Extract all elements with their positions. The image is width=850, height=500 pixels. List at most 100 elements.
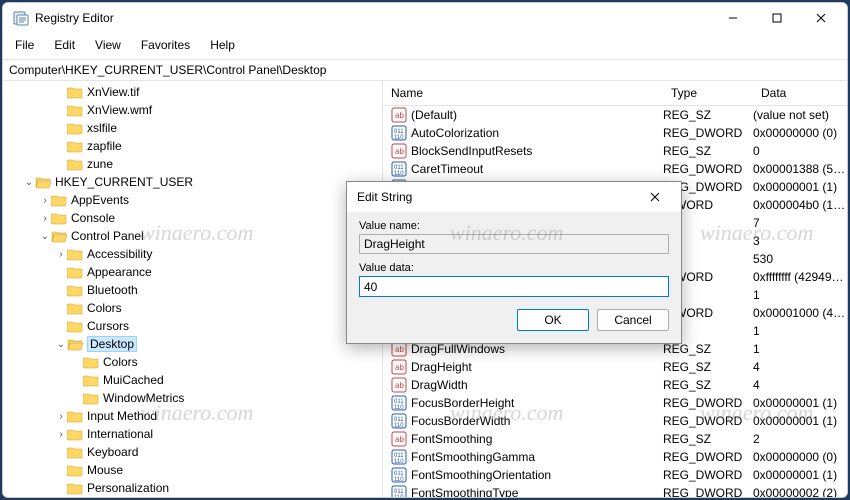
chevron-right-icon[interactable]: ›: [39, 195, 51, 206]
value-data: 0x00000002 (2): [753, 486, 847, 497]
tree-label: HKEY_CURRENT_USER: [55, 175, 193, 189]
tree-node[interactable]: XnView.wmf: [7, 101, 378, 119]
tree-label: XnView.tif: [87, 85, 139, 99]
tree-node[interactable]: Keyboard: [7, 443, 378, 461]
folder-icon: [67, 445, 83, 459]
tree-node[interactable]: Colors: [7, 353, 378, 371]
folder-icon: [67, 409, 83, 423]
tree-node[interactable]: ⌄Desktop: [7, 335, 378, 353]
tree-node[interactable]: zapfile: [7, 137, 378, 155]
address-bar[interactable]: Computer\HKEY_CURRENT_USER\Control Panel…: [3, 59, 847, 81]
list-row[interactable]: DragHeightREG_SZ4: [383, 358, 847, 376]
tree-node[interactable]: Appearance: [7, 263, 378, 281]
folder-icon: [51, 211, 67, 225]
maximize-button[interactable]: [755, 3, 799, 33]
tree-node[interactable]: xslfile: [7, 119, 378, 137]
tree-node[interactable]: › AppEvents: [7, 191, 378, 209]
tree-node[interactable]: ›International: [7, 425, 378, 443]
titlebar[interactable]: Registry Editor: [3, 3, 847, 33]
tree-label: zapfile: [87, 139, 122, 153]
list-row[interactable]: FontSmoothingOrientationREG_DWORD0x00000…: [383, 466, 847, 484]
tree-node[interactable]: ›Input Method: [7, 407, 378, 425]
list-row[interactable]: CaretTimeoutREG_DWORD0x00001388 (5000): [383, 160, 847, 178]
list-row[interactable]: DragWidthREG_SZ4: [383, 376, 847, 394]
tree-node[interactable]: › Console: [7, 209, 378, 227]
value-type: REG_SZ: [663, 360, 753, 374]
list-row[interactable]: (Default)REG_SZ(value not set): [383, 106, 847, 124]
tree-node[interactable]: XnView.tif: [7, 83, 378, 101]
value-type: REG_SZ: [663, 378, 753, 392]
value-data: 0xffffffff (4294967…: [753, 270, 847, 284]
list-row[interactable]: FontSmoothingGammaREG_DWORD0x00000000 (0…: [383, 448, 847, 466]
list-row[interactable]: FocusBorderHeightREG_DWORD0x00000001 (1): [383, 394, 847, 412]
chevron-right-icon[interactable]: ›: [55, 249, 67, 260]
dialog-titlebar[interactable]: Edit String: [347, 182, 681, 212]
chevron-down-icon[interactable]: ⌄: [55, 339, 67, 350]
tree-label: XnView.wmf: [87, 103, 152, 117]
chevron-down-icon[interactable]: ⌄: [39, 231, 51, 242]
list-row[interactable]: FontSmoothingREG_SZ2: [383, 430, 847, 448]
tree-node[interactable]: zune: [7, 155, 378, 173]
value-type: REG_SZ: [663, 144, 753, 158]
tree-node[interactable]: Mouse: [7, 461, 378, 479]
tree-label: AppEvents: [71, 193, 129, 207]
value-data: 0x00001388 (5000): [753, 162, 847, 176]
string-value-icon: [391, 359, 407, 375]
tree-node[interactable]: Colors: [7, 299, 378, 317]
value-data-input[interactable]: [359, 276, 669, 297]
minimize-button[interactable]: [711, 3, 755, 33]
menu-edit[interactable]: Edit: [50, 36, 79, 54]
tree-label: Accessibility: [87, 247, 152, 261]
tree-label: Console: [71, 211, 115, 225]
menu-help[interactable]: Help: [206, 36, 239, 54]
col-data[interactable]: Data: [753, 81, 847, 105]
folder-icon: [67, 85, 83, 99]
value-data: 0x00001000 (4096): [753, 306, 847, 320]
tree-node[interactable]: › Accessibility: [7, 245, 378, 263]
value-name: FontSmoothingType: [411, 486, 663, 497]
value-name: BlockSendInputResets: [411, 144, 663, 158]
list-row[interactable]: BlockSendInputResetsREG_SZ0: [383, 142, 847, 160]
folder-icon: [67, 103, 83, 117]
chevron-right-icon[interactable]: ›: [55, 411, 67, 422]
tree-node[interactable]: Bluetooth: [7, 281, 378, 299]
menu-favorites[interactable]: Favorites: [137, 36, 194, 54]
value-data: 0x00000001 (1): [753, 414, 847, 428]
list-row[interactable]: FocusBorderWidthREG_DWORD0x00000001 (1): [383, 412, 847, 430]
ok-button[interactable]: OK: [517, 309, 589, 331]
minimize-icon: [728, 13, 738, 23]
tree-node[interactable]: Personalization: [7, 479, 378, 497]
cancel-button[interactable]: Cancel: [597, 309, 669, 331]
value-data: 1: [753, 288, 847, 302]
folder-icon: [67, 265, 83, 279]
folder-icon: [67, 481, 83, 495]
dialog-close-button[interactable]: [633, 182, 677, 212]
value-data: 3: [753, 234, 847, 248]
value-data: 0x00000000 (0): [753, 126, 847, 140]
folder-icon: [67, 139, 83, 153]
close-button[interactable]: [799, 3, 843, 33]
chevron-down-icon[interactable]: ⌄: [23, 177, 35, 188]
tree-label: Appearance: [87, 265, 152, 279]
tree-node[interactable]: Cursors: [7, 317, 378, 335]
value-data: 4: [753, 378, 847, 392]
value-type: REG_SZ: [663, 108, 753, 122]
registry-tree[interactable]: XnView.tif XnView.wmf xslfile zapfile zune ⌄ H…: [3, 81, 383, 497]
chevron-right-icon[interactable]: ›: [55, 429, 67, 440]
tree-node[interactable]: MuiCached: [7, 371, 378, 389]
tree-node[interactable]: ⌄Control Panel: [7, 227, 378, 245]
col-type[interactable]: Type: [663, 81, 753, 105]
value-name: (Default): [411, 108, 663, 122]
tree-node[interactable]: WindowMetrics: [7, 389, 378, 407]
folder-icon: [67, 283, 83, 297]
tree-node[interactable]: ⌄ HKEY_CURRENT_USER: [7, 173, 378, 191]
col-name[interactable]: Name: [383, 81, 663, 105]
folder-icon: [83, 391, 99, 405]
list-row[interactable]: AutoColorizationREG_DWORD0x00000000 (0): [383, 124, 847, 142]
value-data: 0x00000000 (0): [753, 450, 847, 464]
value-name: FontSmoothingOrientation: [411, 468, 663, 482]
list-row[interactable]: FontSmoothingTypeREG_DWORD0x00000002 (2): [383, 484, 847, 497]
menu-view[interactable]: View: [91, 36, 125, 54]
chevron-right-icon[interactable]: ›: [39, 213, 51, 224]
menu-file[interactable]: File: [11, 36, 38, 54]
